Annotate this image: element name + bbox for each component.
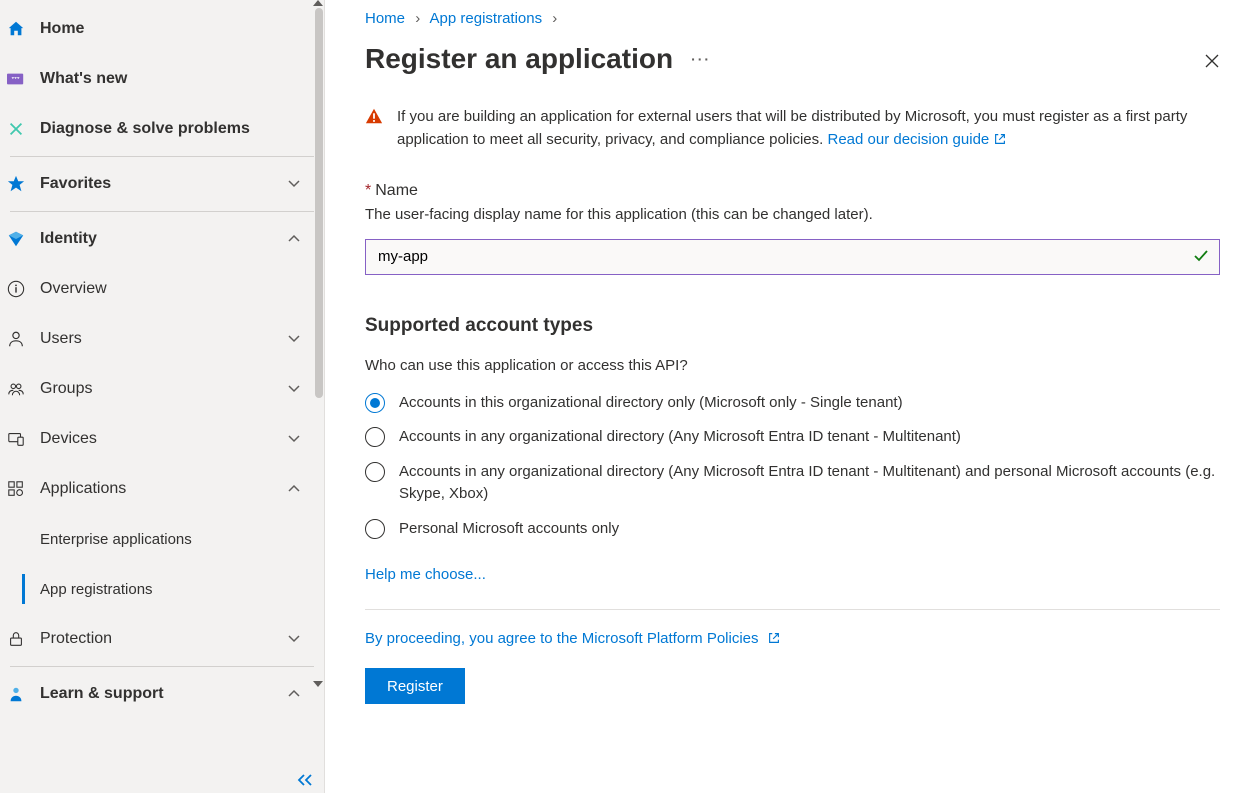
devices-icon — [6, 429, 26, 449]
groups-icon — [6, 379, 26, 399]
main-content: Home › App registrations › Register an a… — [325, 0, 1240, 793]
radio-label: Personal Microsoft accounts only — [399, 518, 619, 541]
sidebar-item-label: Favorites — [40, 175, 286, 193]
warning-banner: If you are building an application for e… — [365, 105, 1220, 152]
sidebar-item-enterprise-apps[interactable]: Enterprise applications — [0, 514, 324, 564]
sidebar-item-label: Users — [40, 330, 286, 348]
breadcrumb-separator: › — [415, 10, 420, 27]
radio-label: Accounts in this organizational director… — [399, 392, 903, 415]
name-input[interactable] — [365, 239, 1220, 275]
applications-icon — [6, 479, 26, 499]
warning-text: If you are building an application for e… — [397, 105, 1220, 152]
radio-label: Accounts in any organizational directory… — [399, 426, 961, 449]
learn-icon — [6, 684, 26, 704]
external-link-icon — [767, 631, 781, 645]
sidebar-item-groups[interactable]: Groups — [0, 364, 324, 414]
diagnose-icon — [6, 119, 26, 139]
checkmark-icon — [1192, 247, 1210, 265]
user-icon — [6, 329, 26, 349]
chevron-up-icon — [286, 481, 302, 497]
sidebar-item-label: App registrations — [40, 581, 153, 598]
scrollbar-thumb[interactable] — [315, 8, 323, 398]
account-type-option-3[interactable]: Personal Microsoft accounts only — [365, 518, 1220, 541]
chevron-down-icon — [286, 431, 302, 447]
sidebar-item-learn[interactable]: Learn & support — [0, 669, 324, 719]
sidebar-item-users[interactable]: Users — [0, 314, 324, 364]
lock-icon — [6, 629, 26, 649]
sparkle-icon — [6, 69, 26, 89]
chevron-down-icon — [286, 176, 302, 192]
sidebar-item-app-registrations[interactable]: App registrations — [0, 564, 324, 614]
sidebar-item-overview[interactable]: Overview — [0, 264, 324, 314]
chevron-up-icon — [286, 686, 302, 702]
warning-icon — [365, 107, 383, 125]
sidebar: Home What's new Diagnose & solve problem… — [0, 0, 325, 793]
sidebar-item-label: Diagnose & solve problems — [40, 120, 310, 138]
divider — [10, 666, 314, 667]
star-icon — [6, 174, 26, 194]
sidebar-item-label: Overview — [40, 280, 310, 298]
sidebar-item-label: Learn & support — [40, 685, 286, 703]
sidebar-item-favorites[interactable]: Favorites — [0, 159, 324, 209]
radio-button — [365, 462, 385, 482]
sidebar-item-label: Devices — [40, 430, 286, 448]
sidebar-item-label: Enterprise applications — [40, 531, 192, 548]
chevron-down-icon — [286, 381, 302, 397]
account-types-question: Who can use this application or access t… — [365, 357, 1220, 374]
radio-button — [365, 393, 385, 413]
help-me-choose-link[interactable]: Help me choose... — [365, 566, 486, 583]
page-title-text: Register an application — [365, 43, 673, 75]
sidebar-item-label: What's new — [40, 70, 310, 88]
footer-separator — [365, 609, 1220, 610]
sidebar-item-applications[interactable]: Applications — [0, 464, 324, 514]
radio-label: Accounts in any organizational directory… — [399, 461, 1220, 506]
more-actions-button[interactable]: ··· — [691, 51, 711, 67]
sidebar-item-label: Identity — [40, 230, 286, 248]
info-icon — [6, 279, 26, 299]
scroll-down-icon — [313, 681, 323, 687]
scroll-up-icon — [313, 0, 323, 6]
radio-button — [365, 427, 385, 447]
sidebar-item-whatsnew[interactable]: What's new — [0, 54, 324, 104]
register-button[interactable]: Register — [365, 668, 465, 704]
account-types-radio-group: Accounts in this organizational director… — [365, 392, 1220, 541]
sidebar-item-protection[interactable]: Protection — [0, 614, 324, 664]
radio-button — [365, 519, 385, 539]
external-link-icon — [993, 132, 1007, 146]
name-field-description: The user-facing display name for this ap… — [365, 206, 1220, 223]
sidebar-item-label: Groups — [40, 380, 286, 398]
breadcrumb-home[interactable]: Home — [365, 10, 405, 27]
sidebar-item-label: Home — [40, 20, 310, 38]
account-types-title: Supported account types — [365, 315, 1220, 337]
sidebar-scrollbar[interactable] — [313, 4, 324, 793]
sidebar-item-label: Protection — [40, 630, 286, 648]
sidebar-item-home[interactable]: Home — [0, 4, 324, 54]
policy-link[interactable]: By proceeding, you agree to the Microsof… — [365, 630, 781, 647]
home-icon — [6, 19, 26, 39]
sidebar-item-devices[interactable]: Devices — [0, 414, 324, 464]
page-title: Register an application ··· — [365, 43, 711, 75]
account-type-option-1[interactable]: Accounts in any organizational directory… — [365, 426, 1220, 449]
sidebar-item-identity[interactable]: Identity — [0, 214, 324, 264]
breadcrumb: Home › App registrations › — [365, 10, 1220, 27]
name-field-label: *Name — [365, 182, 1220, 200]
breadcrumb-appreg[interactable]: App registrations — [430, 10, 543, 27]
divider — [10, 156, 314, 157]
required-indicator: * — [365, 182, 371, 199]
sidebar-item-label: Applications — [40, 480, 286, 498]
warning-link[interactable]: Read our decision guide — [827, 131, 1007, 148]
account-type-option-2[interactable]: Accounts in any organizational directory… — [365, 461, 1220, 506]
chevron-down-icon — [286, 631, 302, 647]
breadcrumb-separator: › — [552, 10, 557, 27]
sidebar-item-diagnose[interactable]: Diagnose & solve problems — [0, 104, 324, 154]
warning-text-content: If you are building an application for e… — [397, 108, 1187, 148]
chevron-up-icon — [286, 231, 302, 247]
chevron-down-icon — [286, 331, 302, 347]
account-type-option-0[interactable]: Accounts in this organizational director… — [365, 392, 1220, 415]
divider — [10, 211, 314, 212]
sidebar-collapse-button[interactable] — [296, 773, 314, 787]
close-button[interactable] — [1204, 53, 1220, 69]
identity-icon — [6, 229, 26, 249]
